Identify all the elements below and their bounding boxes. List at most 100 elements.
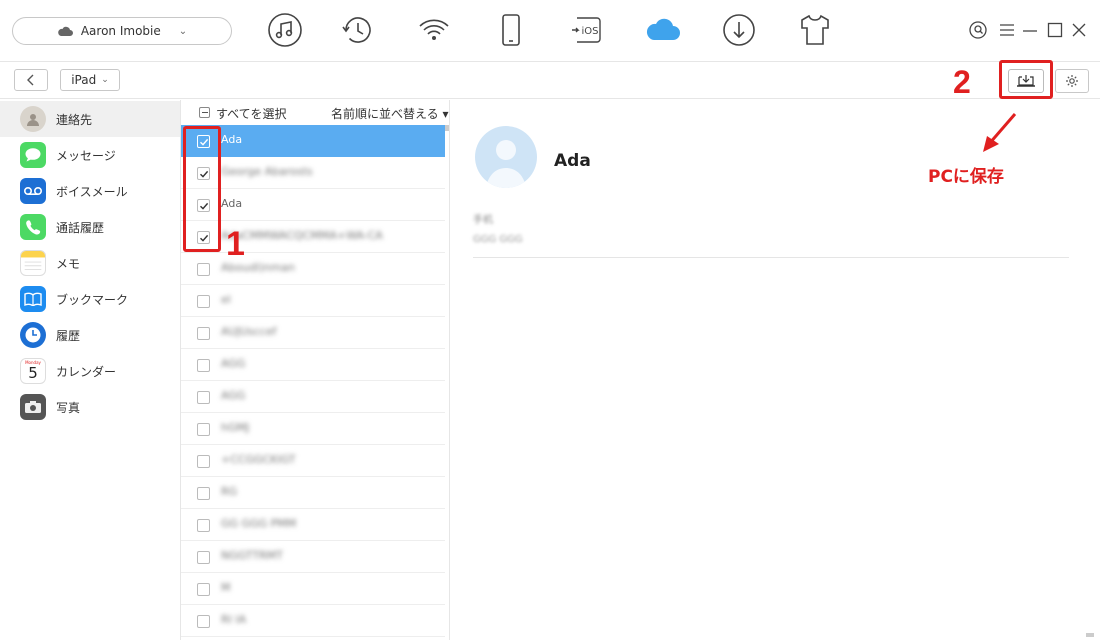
contact-row-name: AdaCMMWACQCMMA+WA-CA — [221, 229, 383, 242]
sidebar-item-label: カレンダー — [56, 364, 117, 379]
table-row[interactable]: el — [181, 285, 445, 317]
sidebar-item-calendar[interactable]: Monday 5 カレンダー — [0, 353, 180, 389]
settings-button[interactable] — [1055, 69, 1089, 93]
select-all-label[interactable]: すべてを選択 — [216, 105, 286, 122]
select-all-checkbox[interactable] — [199, 107, 210, 118]
row-checkbox[interactable] — [197, 327, 210, 340]
sidebar-item-label: 履歴 — [56, 328, 81, 343]
row-checkbox[interactable] — [197, 519, 210, 532]
back-button[interactable] — [14, 69, 48, 91]
row-checkbox[interactable] — [197, 551, 210, 564]
contact-row-name: George Abarosts — [221, 165, 313, 178]
voicemail-icon — [20, 178, 46, 204]
sidebar-item-label: 写真 — [56, 400, 81, 415]
phone-field-label: 手机 — [473, 215, 493, 226]
contacts-icon — [20, 106, 46, 132]
contact-row-name: AUJUsccef — [221, 325, 277, 338]
sidebar-item-call-history[interactable]: 通話履歴 — [0, 209, 180, 245]
minimize-button[interactable] — [1020, 20, 1040, 40]
device-dropdown[interactable]: iPad ⌄ — [60, 69, 120, 91]
row-checkbox[interactable] — [197, 295, 210, 308]
sidebar-item-bookmarks[interactable]: ブックマーク — [0, 281, 180, 317]
chevron-down-icon: ⌄ — [101, 75, 109, 85]
calendar-icon: Monday 5 — [20, 358, 46, 384]
sidebar-item-notes[interactable]: メモ — [0, 245, 180, 281]
device-selector[interactable]: Aaron Imobie ⌄ — [12, 17, 232, 45]
history-tool-button[interactable] — [338, 10, 378, 50]
sidebar-item-contacts[interactable]: 連絡先 — [0, 101, 180, 137]
contact-row-name: RG — [221, 485, 238, 498]
sidebar-item-voicemail[interactable]: ボイスメール — [0, 173, 180, 209]
table-row[interactable]: AUJUsccef — [181, 317, 445, 349]
list-header: すべてを選択 名前順に並べ替える ▾ — [181, 100, 449, 125]
row-checkbox[interactable] — [197, 583, 210, 596]
contact-row-name: +CCGGCKIGT — [221, 453, 296, 466]
contact-row-name: NGGTTRMT — [221, 549, 283, 562]
phone-field-value[interactable]: GGG GGG — [473, 234, 523, 245]
sort-dropdown[interactable]: 名前順に並べ替える ▾ — [331, 105, 448, 122]
history-icon — [342, 17, 371, 43]
table-row[interactable]: NGGTTRMT — [181, 541, 445, 573]
table-row[interactable]: RG — [181, 477, 445, 509]
table-row[interactable]: AGG — [181, 381, 445, 413]
sidebar-item-label: 連絡先 — [56, 112, 93, 127]
close-button[interactable] — [1069, 20, 1089, 40]
sidebar-item-label: ブックマーク — [56, 292, 129, 307]
table-row[interactable]: hGMJ — [181, 413, 445, 445]
row-checkbox[interactable] — [197, 359, 210, 372]
row-checkbox[interactable] — [197, 455, 210, 468]
table-row[interactable]: GG GGG PMM — [181, 509, 445, 541]
cloud-icon — [646, 18, 680, 40]
sidebar-item-messages[interactable]: メッセージ — [0, 137, 180, 173]
category-sidebar: 連絡先 メッセージ ボイスメール 通話履歴 メモ ブックマーク 履歴 Monda… — [0, 100, 180, 640]
chevron-down-icon: ⌄ — [178, 25, 188, 37]
contact-avatar — [475, 126, 537, 188]
hamburger-menu-icon — [1000, 24, 1014, 36]
contact-row-name: Ada — [221, 197, 243, 210]
row-checkbox[interactable] — [197, 487, 210, 500]
notes-icon — [20, 250, 46, 276]
menu-button[interactable] — [997, 20, 1017, 40]
contact-row-name: hGMJ — [221, 421, 250, 434]
sidebar-item-label: ボイスメール — [56, 184, 128, 199]
row-checkbox[interactable] — [197, 263, 210, 276]
table-row[interactable]: RI IA — [181, 605, 445, 637]
device-dropdown-label: iPad — [71, 73, 97, 87]
table-row[interactable]: +CCGGCKIGT — [181, 445, 445, 477]
sidebar-item-label: メモ — [56, 256, 81, 271]
calendar-day: 5 — [28, 364, 38, 382]
icloud-tool-button[interactable] — [643, 10, 683, 50]
bookmarks-icon — [20, 286, 46, 312]
maximize-button[interactable] — [1045, 20, 1065, 40]
phone-tool-button[interactable] — [491, 10, 531, 50]
sidebar-item-history[interactable]: 履歴 — [0, 317, 180, 353]
person-silhouette-icon — [486, 140, 526, 188]
navigation-bar: iPad ⌄ — [0, 62, 1100, 99]
music-tool-button[interactable] — [265, 10, 305, 50]
row-checkbox[interactable] — [197, 423, 210, 436]
gear-icon — [1066, 75, 1078, 87]
messages-icon — [20, 142, 46, 168]
table-row[interactable]: Aboudl)nman — [181, 253, 445, 285]
wifi-tool-button[interactable] — [414, 10, 454, 50]
chevron-left-icon — [27, 74, 34, 86]
row-checkbox[interactable] — [197, 391, 210, 404]
detail-scrollbar[interactable] — [1086, 633, 1094, 637]
account-button[interactable] — [968, 20, 988, 40]
theme-tool-button[interactable] — [795, 10, 835, 50]
step1-number: 1 — [226, 225, 245, 263]
cloud-icon — [58, 26, 73, 36]
account-icon — [969, 21, 987, 39]
table-row[interactable]: M — [181, 573, 445, 605]
step2-highlight-box — [999, 60, 1053, 99]
sidebar-item-label: メッセージ — [56, 148, 116, 163]
list-scrollbar[interactable] — [445, 125, 449, 131]
minimize-icon — [1023, 30, 1037, 32]
table-row[interactable]: AGG — [181, 349, 445, 381]
ios-tool-button[interactable]: iOS — [567, 10, 607, 50]
sidebar-item-photos[interactable]: 写真 — [0, 389, 180, 425]
ios-icon: iOS — [572, 17, 601, 43]
divider — [473, 257, 1069, 258]
download-tool-button[interactable] — [719, 10, 759, 50]
row-checkbox[interactable] — [197, 615, 210, 628]
